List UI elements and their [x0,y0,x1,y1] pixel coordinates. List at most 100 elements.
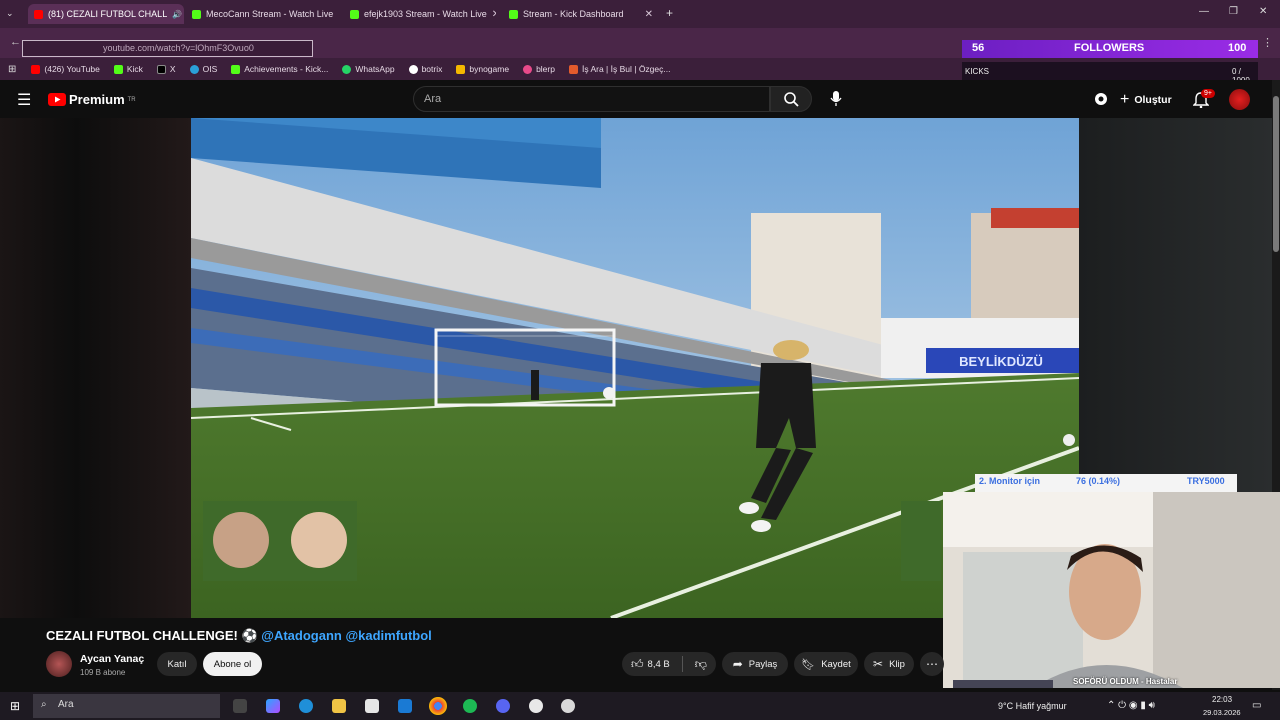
bookmark-isara[interactable]: İş Ara | İş Bul | Özgeç... [564,64,676,74]
search-icon [784,92,799,107]
channel-name[interactable]: Aycan Yanaç [80,653,144,665]
video-title-mentions[interactable]: @Atadogann @kadimfutbol [261,628,432,643]
youtube-logo[interactable]: Premium TR [48,92,136,107]
store-icon[interactable] [365,699,379,713]
bookmark-whatsapp[interactable]: WhatsApp [337,64,399,74]
tab-youtube[interactable]: (81) CEZALI FUTBOL CHALL 🔊 ✕ [28,4,184,24]
bookmark-label: blerp [536,64,555,74]
audio-icon[interactable]: 🔊 [172,10,182,19]
clip-button[interactable]: ✂ Klip [864,652,914,676]
divider [681,656,683,672]
microphone-icon[interactable] [830,91,842,107]
apps-grid-icon[interactable]: ⊞ [8,64,16,75]
discord-icon[interactable] [496,699,510,713]
maximize-icon[interactable]: ❐ [1229,6,1238,17]
tab-label: MecoCann Stream - Watch Live [206,9,334,19]
webcam-ticker: SOFÖRÜ OLDUM - Hastalar [1073,677,1178,686]
tab-label: Stream - Kick Dashboard [523,9,624,19]
search-placeholder: Ara [424,93,442,105]
clip-label: Klip [889,658,905,670]
video-title: CEZALI FUTBOL CHALLENGE! ⚽ @Atadogann @k… [46,628,432,644]
bookmark-label: OIS [202,64,218,74]
share-label: Paylaş [748,658,778,670]
x-icon [156,64,166,74]
tray-icons[interactable]: ⌃ ⏻ ◉ ▮ 🔊︎ [1107,700,1155,711]
chrome-icon[interactable] [429,697,447,715]
webcam-frame [943,492,1280,688]
like-count[interactable]: 8,4 B [648,659,670,670]
save-button[interactable]: 🔖︎ Kaydet [794,652,858,676]
subscribe-label: Abone ol [213,658,252,670]
bookmark-blerp[interactable]: blerp [518,64,560,74]
more-actions-button[interactable]: ⋯ [920,652,944,676]
obs-icon[interactable] [529,699,543,713]
notification-badge: 9+ [1201,89,1215,98]
taskbar-search-input[interactable]: ⌕ Ara [33,694,220,718]
scrollbar-thumb[interactable] [1273,96,1279,252]
bookmark-achievements[interactable]: Achievements - Kick... [226,64,333,74]
minimize-icon[interactable]: — [1199,6,1209,17]
thumbs-down-icon[interactable]: 👎︎ [695,657,707,672]
kick-favicon-icon [192,9,201,19]
stadium-sign: BEYLİKDÜZÜ [959,354,1043,369]
tab-kick-dashboard[interactable]: Stream - Kick Dashboard ✕ [503,4,659,24]
bookmark-bynogame[interactable]: bynogame [451,64,514,74]
tab-list-chevron-icon[interactable]: ⌄ [6,8,14,19]
followers-label: FOLLOWERS [1074,42,1145,54]
url-text: youtube.com/watch?v=lOhmF3Ovuo0 [103,43,254,53]
bookmark-label: bynogame [469,64,510,74]
create-button[interactable]: + Oluştur [1120,91,1172,109]
bookmark-icon: 🔖︎ [801,658,816,671]
mail-icon[interactable] [398,699,412,713]
file-explorer-icon[interactable] [332,699,346,713]
share-button[interactable]: ➦ Paylaş [722,652,788,676]
app-icon[interactable] [561,699,575,713]
join-button[interactable]: Katıl [157,652,197,676]
subscribe-button[interactable]: Abone ol [203,652,262,676]
kicks-goal-bar: KICKS 0 / 1000 [962,62,1258,85]
url-input[interactable]: youtube.com/watch?v=lOhmF3Ovuo0 [22,40,313,57]
kicks-label: KICKS [965,67,990,76]
close-tab-icon[interactable]: ✕ [645,9,653,20]
kick-favicon-icon [509,9,518,19]
share-arrow-icon: ➦ [732,657,743,671]
bookmark-botrix[interactable]: botrix [404,64,448,74]
avatar[interactable] [1229,89,1250,110]
bookmark-ois[interactable]: OIS [185,64,223,74]
edge-icon[interactable] [299,699,313,713]
spotify-icon[interactable] [463,699,477,713]
search-button[interactable] [770,86,812,112]
back-icon[interactable]: ← [10,36,21,48]
close-window-icon[interactable]: ✕ [1259,6,1267,17]
more-icon: ⋯ [926,657,938,671]
close-tab-icon[interactable]: ✕ [492,9,496,20]
clock-time[interactable]: 22:03 [1212,695,1232,704]
monitor-goal-target: TRY5000 [1187,476,1225,486]
channel-avatar[interactable] [46,651,72,677]
menu-kebab-icon[interactable]: ⋮ [1262,36,1273,49]
bookmark-label: (426) YouTube [44,64,100,74]
new-tab-icon[interactable]: + [666,6,673,20]
task-view-icon[interactable] [233,699,247,713]
isara-icon [568,64,578,74]
notification-center-icon[interactable]: ▭ [1252,700,1261,711]
search-input[interactable]: Ara [413,86,770,112]
monitor-goal-value: 76 (0.14%) [1076,476,1121,486]
bookmark-youtube[interactable]: (426) YouTube [26,64,104,74]
copilot-icon[interactable] [266,699,280,713]
ambient-left [0,118,191,618]
logo-text: Premium [69,92,125,107]
like-dislike-group: 👍︎ 8,4 B 👎︎ [622,652,716,676]
thumbs-up-icon[interactable]: 👍︎ [631,657,644,672]
plus-icon: + [1120,91,1130,108]
weather-widget[interactable]: 9°C Hafif yağmur [998,701,1067,711]
bookmark-kick[interactable]: Kick [109,64,148,74]
windows-start-icon[interactable]: ⊞ [10,699,20,713]
bookmark-x[interactable]: X [152,64,181,74]
clock-date[interactable]: 29.03.2026 [1203,708,1241,717]
youtube-favicon-icon [34,9,43,19]
cast-gear-icon[interactable] [1093,92,1109,106]
tab-kick-meco[interactable]: MecoCann Stream - Watch Live ✕ [186,4,336,24]
hamburger-menu-icon[interactable]: ☰ [17,90,31,110]
tab-kick-efejk[interactable]: efejk1903 Stream - Watch Live ✕ [344,4,496,24]
